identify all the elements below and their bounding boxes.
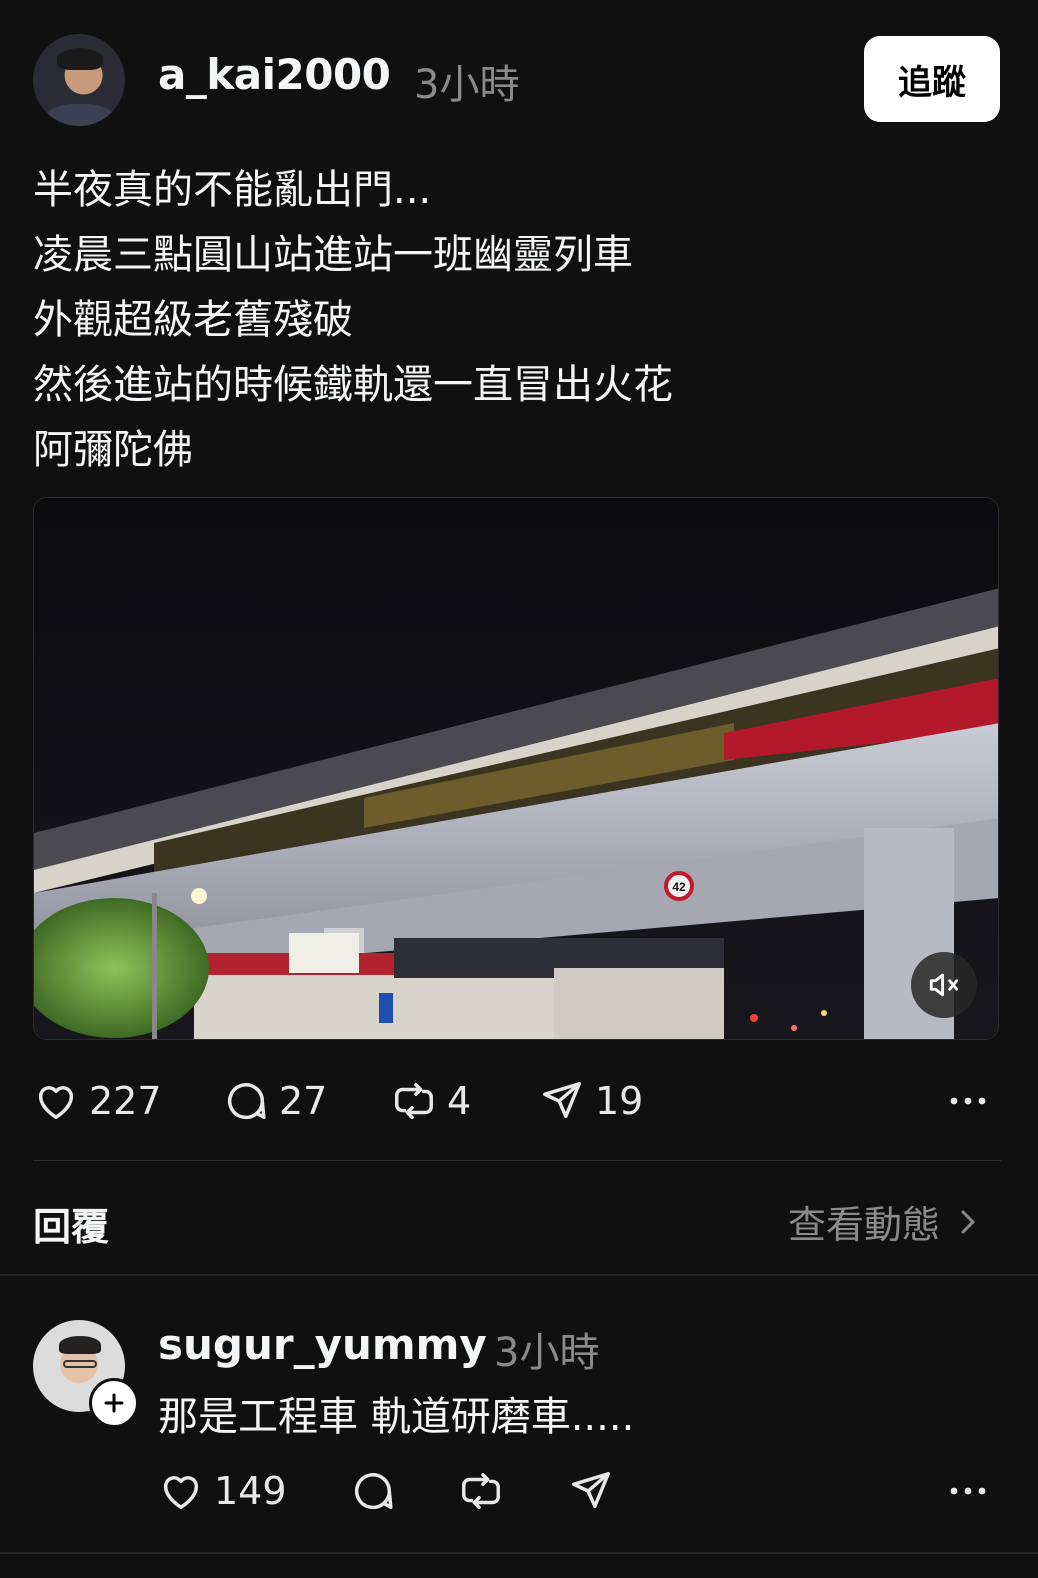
section-divider — [33, 1160, 1001, 1161]
share-count: 19 — [595, 1079, 644, 1123]
reply-like-button[interactable]: 149 — [158, 1466, 287, 1516]
speed-sign-number: 42 — [672, 880, 686, 894]
distant-light — [821, 1010, 827, 1016]
view-activity-link[interactable]: 查看動態 — [788, 1194, 978, 1249]
reply-share-button[interactable] — [568, 1466, 614, 1516]
more-dots-icon — [950, 1487, 986, 1495]
repost-icon — [462, 1472, 500, 1510]
reply-like-count: 149 — [214, 1469, 287, 1513]
comment-count: 27 — [279, 1079, 328, 1123]
street-light-pole — [152, 893, 157, 1039]
reply-text: 那是工程車 軌道研磨車..... — [158, 1394, 635, 1440]
repost-count: 4 — [447, 1079, 472, 1123]
blue-sign — [379, 993, 393, 1023]
post-text-line: 阿彌陀佛 — [33, 427, 193, 473]
bottom-divider — [0, 1552, 1038, 1554]
post-time: 3小時 — [414, 62, 520, 108]
video-frame: 42 — [34, 498, 998, 1039]
share-button[interactable]: 19 — [539, 1076, 643, 1126]
replies-divider — [0, 1274, 1038, 1276]
reply-time: 3小時 — [494, 1330, 600, 1376]
comment-button[interactable]: 27 — [223, 1076, 327, 1126]
author-username[interactable]: a_kai2000 — [158, 50, 391, 99]
comment-bubble-icon — [355, 1473, 393, 1510]
repost-icon — [395, 1082, 433, 1120]
chevron-right-icon — [961, 1210, 975, 1233]
post-text-line: 凌晨三點圓山站進站一班幽靈列車 — [33, 232, 633, 278]
avatar-shirt — [45, 104, 115, 126]
post-text: 半夜真的不能亂出門... 凌晨三點圓山站進站一班幽靈列車 外觀超級老舊殘破 然後… — [33, 158, 1013, 483]
view-activity-label: 查看動態 — [788, 1203, 941, 1247]
distant-light — [750, 1014, 758, 1022]
reply-username[interactable]: sugur_yummy — [158, 1320, 487, 1369]
post-text-line: 然後進站的時候鐵軌還一直冒出火花 — [33, 362, 673, 408]
distant-light — [791, 1025, 797, 1031]
reply-comment-button[interactable] — [350, 1466, 396, 1516]
send-icon — [543, 1082, 581, 1119]
mute-button[interactable] — [911, 952, 977, 1018]
reply-actions: 149 — [158, 1466, 1003, 1516]
like-button[interactable]: 227 — [33, 1076, 162, 1126]
follow-button[interactable]: 追蹤 — [864, 36, 1000, 122]
comment-bubble-icon — [228, 1083, 266, 1120]
more-dots-icon — [950, 1097, 986, 1105]
ground-wall — [554, 968, 724, 1039]
avatar-glasses — [63, 1360, 97, 1368]
heart-icon — [163, 1476, 199, 1510]
post-text-line: 外觀超級老舊殘破 — [33, 297, 353, 343]
post-actions: 227 27 4 19 — [33, 1076, 1003, 1126]
lamp-sign — [289, 933, 359, 973]
avatar-hair — [57, 48, 103, 70]
reply-more-options-button[interactable] — [943, 1466, 993, 1516]
street-light — [191, 888, 207, 904]
speaker-muted-icon — [929, 973, 959, 997]
follow-plus-button[interactable] — [89, 1378, 139, 1428]
plus-icon — [104, 1393, 124, 1413]
author-avatar[interactable] — [33, 34, 125, 126]
avatar-hair — [59, 1336, 101, 1354]
reply-repost-button[interactable] — [458, 1466, 504, 1516]
post-text-line: 半夜真的不能亂出門... — [33, 167, 432, 213]
more-options-button[interactable] — [943, 1076, 993, 1126]
send-icon — [572, 1472, 610, 1509]
repost-button[interactable]: 4 — [391, 1076, 471, 1126]
heart-icon — [38, 1086, 74, 1120]
replies-label: 回覆 — [33, 1205, 110, 1249]
like-count: 227 — [89, 1079, 162, 1123]
post-video[interactable]: 42 — [33, 497, 999, 1040]
